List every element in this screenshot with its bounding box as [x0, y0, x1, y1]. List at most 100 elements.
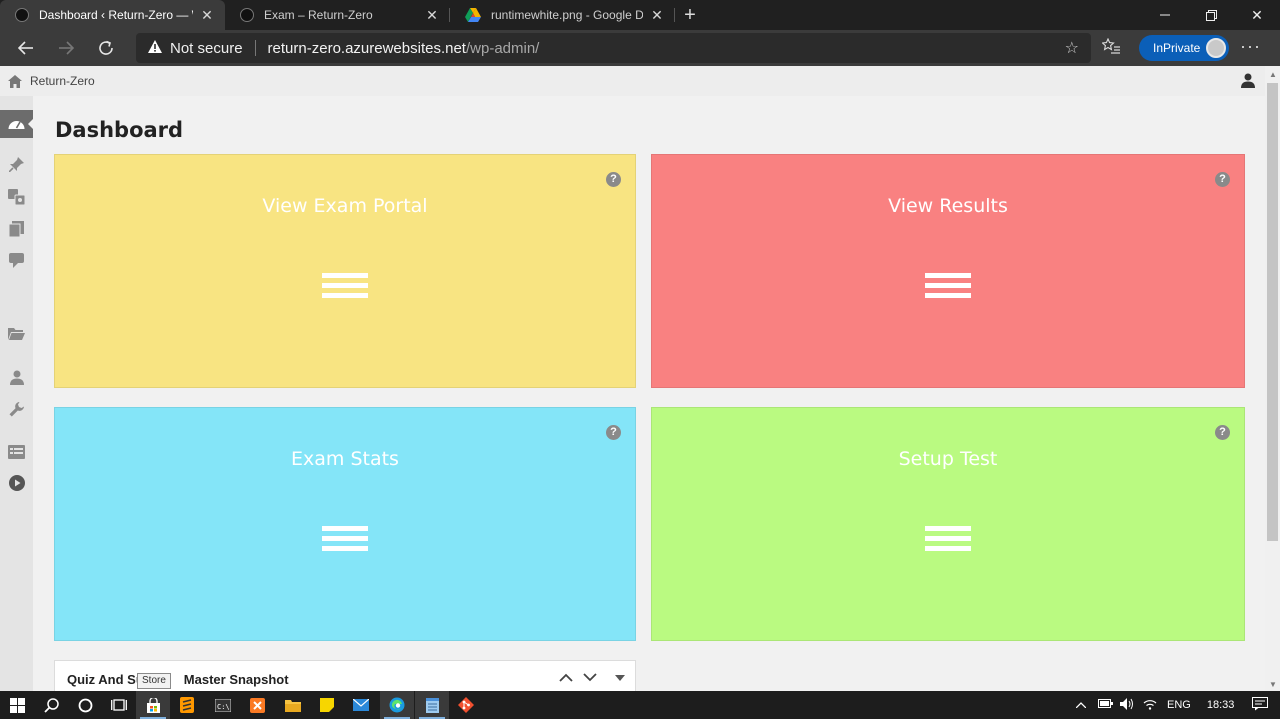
wordpress-favicon-icon: [240, 8, 254, 22]
pin-icon[interactable]: [8, 156, 25, 173]
media-icon[interactable]: [8, 188, 25, 205]
inprivate-label: InPrivate: [1153, 41, 1201, 55]
admin-sidebar: [0, 96, 34, 691]
svg-text:C:\: C:\: [217, 703, 230, 711]
favorites-icon[interactable]: [1101, 37, 1120, 58]
help-icon[interactable]: ?: [606, 425, 621, 440]
site-name-link[interactable]: Return-Zero: [30, 74, 95, 88]
move-up-icon[interactable]: [559, 669, 573, 685]
card-exam-stats[interactable]: ? Exam Stats: [54, 407, 636, 641]
window-controls: ✕: [1142, 0, 1280, 30]
comments-icon[interactable]: [8, 252, 25, 269]
inprivate-button[interactable]: InPrivate: [1139, 35, 1229, 61]
new-tab-button[interactable]: +: [675, 0, 705, 30]
wordpress-favicon-icon: [15, 8, 29, 22]
close-window-button[interactable]: ✕: [1234, 0, 1280, 30]
google-drive-icon: [465, 8, 481, 22]
battery-icon[interactable]: [1098, 699, 1113, 711]
card-title: Exam Stats: [291, 448, 399, 470]
url-path: /wp-admin/: [465, 39, 540, 57]
help-icon[interactable]: ?: [1215, 172, 1230, 187]
git-icon[interactable]: [449, 691, 483, 719]
menu-icon[interactable]: [322, 526, 368, 556]
tab-separator: [674, 8, 675, 22]
widget-controls: [559, 669, 625, 685]
scroll-thumb[interactable]: [1267, 83, 1278, 541]
menu-icon[interactable]: [925, 526, 971, 556]
help-icon[interactable]: ?: [606, 172, 621, 187]
card-title: View Results: [888, 195, 1008, 217]
toggle-panel-icon[interactable]: [615, 669, 625, 685]
card-title: Setup Test: [898, 448, 998, 470]
refresh-button[interactable]: [86, 30, 126, 66]
close-tab-icon[interactable]: ✕: [199, 7, 215, 24]
store-icon[interactable]: [136, 691, 170, 719]
move-down-icon[interactable]: [583, 669, 597, 685]
close-tab-icon[interactable]: ✕: [424, 7, 440, 24]
users-icon[interactable]: [8, 369, 25, 386]
search-icon[interactable]: [34, 691, 68, 719]
sticky-notes-icon[interactable]: [310, 691, 344, 719]
play-icon[interactable]: [8, 474, 25, 491]
scroll-up-icon[interactable]: ▲: [1269, 70, 1277, 79]
security-status[interactable]: Not secure: [170, 40, 243, 57]
clock-time[interactable]: 18:33: [1207, 699, 1235, 711]
home-icon[interactable]: [0, 74, 30, 88]
card-setup-test[interactable]: ? Setup Test: [651, 407, 1245, 641]
card-title: View Exam Portal: [262, 195, 428, 217]
cortana-icon[interactable]: [68, 691, 102, 719]
card-view-exam-portal[interactable]: ? View Exam Portal: [54, 154, 636, 388]
page-scrollbar[interactable]: ▲ ▼: [1265, 66, 1280, 691]
notepad-icon[interactable]: [415, 691, 449, 719]
language-indicator[interactable]: ENG: [1167, 699, 1191, 711]
store-tooltip: Store: [137, 673, 171, 689]
notifications-icon[interactable]: [1252, 696, 1269, 714]
forward-button[interactable]: [46, 30, 86, 66]
address-divider: [254, 40, 256, 56]
tab-title: runtimewhite.png - Google Drive: [491, 8, 643, 22]
warning-icon[interactable]: [148, 40, 162, 56]
url-host: return-zero.azurewebsites.net: [267, 39, 466, 57]
browser-toolbar: Not secure return-zero.azurewebsites.net…: [0, 30, 1280, 66]
help-icon[interactable]: ?: [1215, 425, 1230, 440]
back-button[interactable]: [6, 30, 46, 66]
user-account-icon[interactable]: [1241, 73, 1255, 93]
avatar: [1206, 38, 1226, 58]
start-button[interactable]: [0, 691, 34, 719]
card-view-results[interactable]: ? View Results: [651, 154, 1245, 388]
windows-taskbar: C:\ ENG 18:33: [0, 691, 1280, 719]
page-title: Dashboard: [55, 118, 184, 142]
menu-icon[interactable]: [322, 273, 368, 303]
menu-icon[interactable]: [925, 273, 971, 303]
sublime-text-icon[interactable]: [170, 691, 204, 719]
scroll-down-icon[interactable]: ▼: [1269, 680, 1277, 689]
tab-dashboard[interactable]: Dashboard ‹ Return-Zero — Wor ✕: [0, 0, 225, 30]
tab-google-drive[interactable]: runtimewhite.png - Google Drive ✕: [450, 0, 675, 30]
dashboard-icon[interactable]: [8, 115, 25, 132]
wifi-icon[interactable]: [1143, 698, 1157, 713]
edge-browser-icon[interactable]: [380, 691, 414, 719]
xampp-icon[interactable]: [240, 691, 274, 719]
more-options-icon[interactable]: ···: [1240, 36, 1261, 57]
mail-icon[interactable]: [344, 691, 378, 719]
browser-tab-strip: Dashboard ‹ Return-Zero — Wor ✕ Exam – R…: [0, 0, 1280, 30]
task-view-icon[interactable]: [102, 691, 136, 719]
restore-button[interactable]: [1188, 0, 1234, 30]
folder-icon[interactable]: [8, 325, 25, 342]
chevron-up-icon[interactable]: [1072, 699, 1090, 711]
volume-icon[interactable]: [1120, 697, 1136, 713]
address-bar[interactable]: Not secure return-zero.azurewebsites.net…: [136, 33, 1091, 63]
terminal-icon[interactable]: C:\: [206, 691, 240, 719]
pages-icon[interactable]: [8, 220, 25, 237]
widget-title-end: Master Snapshot: [183, 672, 289, 687]
star-icon[interactable]: ☆: [1065, 38, 1079, 58]
minimize-button[interactable]: [1142, 0, 1188, 30]
widget-title: Quiz And Su Master Snapshot: [67, 672, 289, 687]
settings-list-icon[interactable]: [8, 443, 25, 460]
dashboard-content: Dashboard ? View Exam Portal ? View Resu…: [33, 96, 1265, 691]
file-explorer-icon[interactable]: [276, 691, 310, 719]
tab-exam[interactable]: Exam – Return-Zero ✕: [225, 0, 450, 30]
tools-icon[interactable]: [8, 401, 25, 418]
tab-title: Dashboard ‹ Return-Zero — Wor: [39, 8, 193, 22]
close-tab-icon[interactable]: ✕: [649, 7, 665, 24]
